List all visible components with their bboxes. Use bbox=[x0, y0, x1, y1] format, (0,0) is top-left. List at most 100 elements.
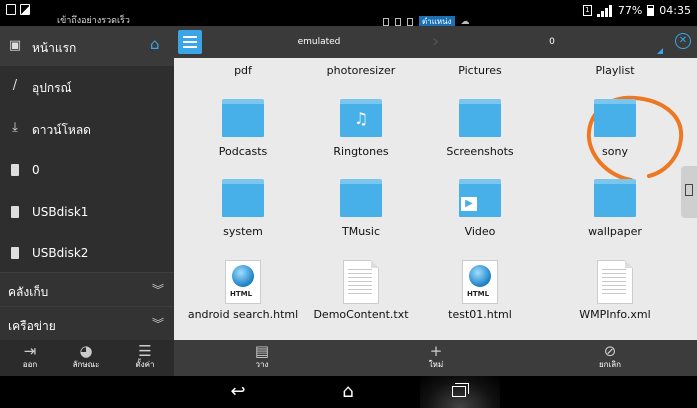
sidebar-item-device[interactable]: / อุปกรณ์ bbox=[0, 66, 174, 106]
sidebar-item-usbdisk2[interactable]: USBdisk2 bbox=[0, 233, 174, 273]
folder-icon bbox=[594, 179, 636, 217]
file-name: pdf bbox=[234, 64, 252, 77]
home-nav-icon[interactable]: ⌂ bbox=[328, 380, 368, 404]
file-name: wallpaper bbox=[588, 225, 642, 238]
file-name: Ringtones bbox=[333, 145, 389, 158]
file-name: Pictures bbox=[458, 64, 502, 77]
breadcrumb-emulated[interactable]: emulated bbox=[208, 26, 430, 58]
file-name: photoresizer bbox=[326, 64, 396, 77]
close-icon[interactable]: ✕ bbox=[675, 33, 691, 49]
sidebar-item-0[interactable]: 0 bbox=[0, 150, 174, 190]
sidebar-item-label: หน้าแรก bbox=[32, 41, 77, 55]
chevron-down-icon: ︾ bbox=[151, 317, 164, 331]
text-file-icon bbox=[343, 260, 379, 304]
home-icon[interactable]: ⌂ bbox=[150, 37, 164, 52]
breadcrumb-separator-icon: › bbox=[432, 31, 440, 52]
sidebar-item-label: ดาวน์โหลด bbox=[32, 123, 91, 137]
chevron-down-icon: ︾ bbox=[151, 283, 164, 297]
sidebar-item-usbdisk1[interactable]: USBdisk1 bbox=[0, 192, 174, 232]
file-name: Video bbox=[464, 225, 496, 238]
toolbar-left: ⇥ ออก ◕ ลักษณะ ☰ ตั้งค่า bbox=[0, 340, 174, 376]
folder-settings-icon: ▣ bbox=[8, 38, 22, 53]
sdcard-icon bbox=[11, 164, 19, 176]
new-button[interactable]: + ใหม่ bbox=[411, 342, 461, 374]
file-name: Playlist bbox=[595, 64, 635, 77]
file-item[interactable]: sony bbox=[555, 99, 675, 169]
play-icon: ▶ bbox=[461, 197, 477, 211]
gallery-icon bbox=[20, 4, 30, 15]
file-name: Podcasts bbox=[218, 145, 268, 158]
system-nav-bar: ↩ ⌂ bbox=[0, 376, 697, 408]
file-item[interactable]: ▶ Video bbox=[420, 179, 540, 249]
theme-icon: ◕ bbox=[79, 342, 93, 360]
folder-icon bbox=[594, 99, 636, 137]
settings-label: ตั้งค่า bbox=[135, 360, 155, 369]
cancel-button[interactable]: ⊘ ยกเลิก bbox=[585, 342, 635, 374]
signal-icon bbox=[596, 4, 613, 17]
exit-icon: ⇥ bbox=[23, 342, 37, 360]
section-storage[interactable]: คลังเก็บ ︾ bbox=[0, 272, 174, 307]
file-name: Screenshots bbox=[446, 145, 514, 158]
html-file-icon: HTML bbox=[225, 260, 261, 304]
dropdown-corner-icon bbox=[657, 48, 663, 54]
plus-icon: + bbox=[429, 342, 443, 360]
file-name: TMusic bbox=[341, 225, 381, 238]
sdcard-icon bbox=[11, 206, 19, 218]
sidebar-item-download[interactable]: ⤓ ดาวน์โหลด bbox=[0, 108, 174, 148]
file-item[interactable]: wallpaper bbox=[555, 179, 675, 249]
sidebar-item-label: อุปกรณ์ bbox=[32, 81, 72, 95]
status-left-icons bbox=[6, 4, 30, 15]
section-label: คลังเก็บ bbox=[8, 285, 49, 299]
menu-button[interactable] bbox=[178, 30, 202, 54]
file-item[interactable]: TMusic bbox=[301, 179, 421, 249]
folder-icon: ▶ bbox=[459, 179, 501, 217]
file-item[interactable]: Podcasts bbox=[183, 99, 303, 169]
theme-label: ลักษณะ bbox=[72, 360, 100, 369]
file-item[interactable]: Screenshots bbox=[420, 99, 540, 169]
folder-icon bbox=[340, 179, 382, 217]
quick-access-marquee: เข้าถึงอย่างรวดเร็ว bbox=[57, 16, 130, 26]
recent-apps-icon[interactable] bbox=[440, 380, 480, 404]
file-name: WMPInfo.xml bbox=[579, 308, 651, 321]
sim-icon: 1 bbox=[582, 5, 592, 16]
paste-button[interactable]: ▤ วาง bbox=[237, 342, 287, 374]
sidebar: ▣ หน้าแรก ⌂ / อุปกรณ์ ⤓ ดาวน์โหลด 0 USBd… bbox=[0, 26, 174, 341]
file-name: test01.html bbox=[448, 308, 512, 321]
sidebar-item-label: USBdisk2 bbox=[32, 246, 89, 260]
html-tag: HTML bbox=[230, 290, 253, 298]
status-right: 1 77% 04:35 bbox=[582, 4, 691, 17]
exit-label: ออก bbox=[22, 360, 38, 369]
battery-percent: 77% bbox=[617, 4, 643, 17]
settings-button[interactable]: ☰ ตั้งค่า bbox=[120, 342, 170, 374]
paste-label: วาง bbox=[255, 360, 269, 369]
screenshot-icon bbox=[6, 4, 16, 15]
file-item[interactable]: HTML android search.html bbox=[183, 260, 303, 330]
battery-icon bbox=[647, 5, 655, 16]
cancel-icon: ⊘ bbox=[603, 342, 617, 360]
slash-icon: / bbox=[12, 78, 18, 93]
file-item[interactable]: HTML test01.html bbox=[420, 260, 540, 330]
file-name: android search.html bbox=[187, 308, 299, 321]
html-file-icon: HTML bbox=[462, 260, 498, 304]
new-label: ใหม่ bbox=[428, 360, 444, 369]
back-icon[interactable]: ↩ bbox=[218, 380, 258, 404]
download-icon: ⤓ bbox=[12, 120, 18, 135]
file-name: DemoContent.txt bbox=[313, 308, 409, 321]
exit-button[interactable]: ⇥ ออก bbox=[5, 342, 55, 374]
music-note-icon: ♫ bbox=[353, 109, 369, 128]
cancel-label: ยกเลิก bbox=[598, 360, 621, 369]
file-item[interactable]: DemoContent.txt bbox=[301, 260, 421, 330]
file-item[interactable]: system bbox=[183, 179, 303, 249]
theme-button[interactable]: ◕ ลักษณะ bbox=[61, 342, 111, 374]
breadcrumb-0[interactable]: 0 bbox=[444, 26, 660, 58]
sidebar-item-label: 0 bbox=[32, 163, 40, 177]
file-item[interactable]: ♫ Ringtones bbox=[301, 99, 421, 169]
folder-icon: ♫ bbox=[340, 99, 382, 137]
notif-icon bbox=[395, 17, 401, 26]
settings-icon: ☰ bbox=[138, 342, 152, 360]
section-network[interactable]: เครือข่าย ︾ bbox=[0, 306, 174, 341]
sidebar-item-home[interactable]: ▣ หน้าแรก ⌂ bbox=[0, 26, 174, 66]
file-item[interactable]: WMPInfo.xml bbox=[555, 260, 675, 330]
toolbar-right: ▤ วาง + ใหม่ ⊘ ยกเลิก bbox=[174, 340, 697, 376]
menu-icon bbox=[183, 36, 197, 38]
